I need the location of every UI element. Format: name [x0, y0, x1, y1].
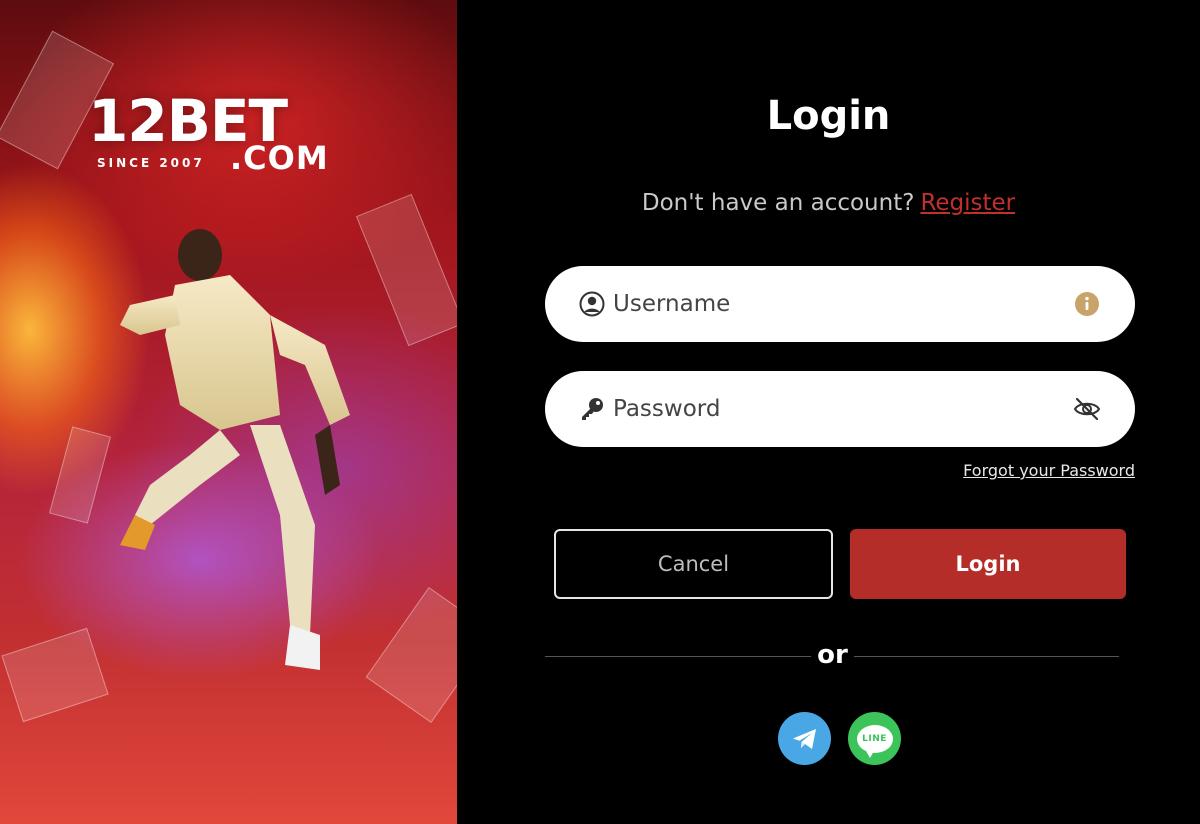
logo-domain: .COM [230, 139, 329, 177]
hero-banner: 12BET SINCE 2007 .COM [0, 0, 457, 824]
login-panel: Login Don't have an account? Register Us… [457, 0, 1200, 824]
glass-shard [49, 426, 111, 524]
telegram-login-button[interactable] [778, 712, 831, 765]
username-input[interactable] [613, 291, 1073, 317]
signup-prompt: Don't have an account? [641, 190, 915, 216]
page-title: Login [766, 93, 891, 139]
login-button[interactable]: Login [850, 529, 1126, 599]
telegram-icon [792, 728, 816, 749]
line-icon: LINE [856, 724, 893, 758]
or-divider-text: or [817, 640, 848, 670]
glass-shard [1, 627, 109, 723]
divider-right [854, 656, 1119, 657]
register-link[interactable]: Register [920, 190, 1015, 216]
password-field [545, 371, 1135, 447]
info-icon[interactable] [1073, 290, 1101, 318]
password-input[interactable] [613, 396, 1073, 422]
user-circle-icon [579, 291, 605, 317]
logo-since: SINCE 2007 [97, 156, 205, 170]
player-illustration [120, 229, 350, 670]
line-login-button[interactable]: LINE [848, 712, 901, 765]
username-field [545, 266, 1135, 342]
key-icon [579, 396, 605, 422]
brand-logo: 12BET SINCE 2007 .COM [88, 92, 358, 182]
cancel-button[interactable]: Cancel [554, 529, 833, 599]
divider-left [545, 656, 811, 657]
eye-slash-icon[interactable] [1073, 395, 1101, 423]
line-icon-text: LINE [862, 733, 887, 744]
forgot-password-link[interactable]: Forgot your Password [963, 461, 1135, 480]
signup-prompt-row: Don't have an account? Register [457, 188, 1200, 218]
